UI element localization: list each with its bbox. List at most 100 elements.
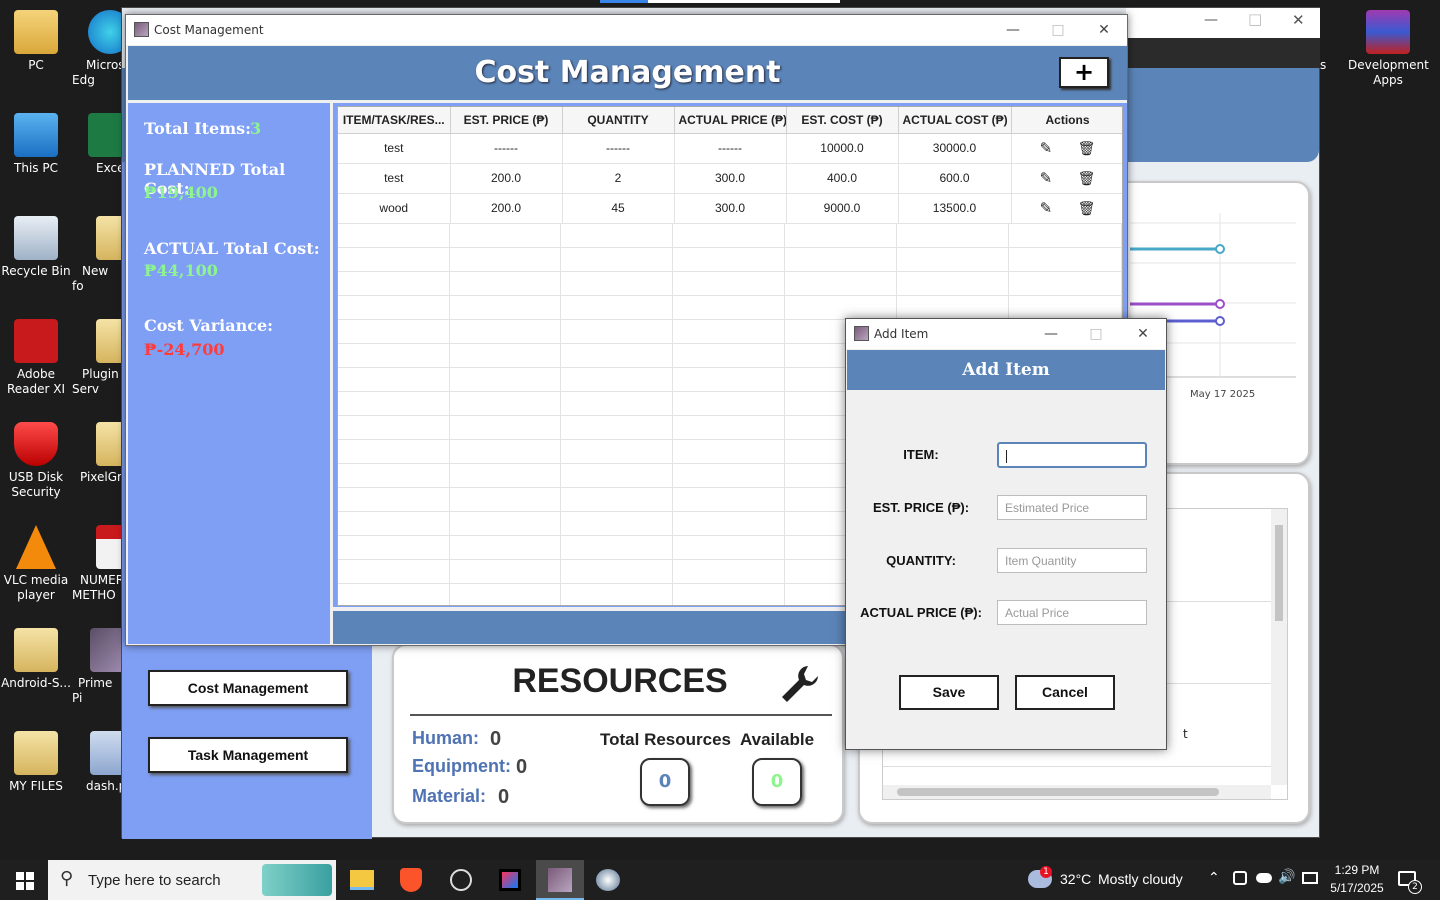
item-input[interactable]: [997, 442, 1147, 468]
desktop-icon-this-pc[interactable]: This PC: [0, 113, 72, 176]
desktop-icon-edge[interactable]: Micros Edg: [72, 10, 122, 88]
empty-table-cell: [561, 367, 674, 391]
delete-trash-icon[interactable]: 🗑: [1078, 170, 1096, 186]
desktop-icon-pixelgro[interactable]: PixelGro: [72, 422, 122, 485]
weather-badge: 1: [1040, 866, 1052, 878]
vertical-scrollbar[interactable]: [1271, 509, 1287, 785]
table-row[interactable]: test 200.0 2 300.0 400.0 600.0 ✎ 🗑: [338, 163, 1122, 194]
close-icon[interactable]: ✕: [1089, 19, 1119, 41]
task-management-nav-button[interactable]: Task Management: [148, 737, 348, 773]
chevron-up-icon[interactable]: ⌃: [1208, 870, 1220, 886]
cancel-button[interactable]: Cancel: [1015, 675, 1115, 710]
desktop-icon-adobe-reader[interactable]: Adobe Reader XI: [0, 319, 72, 397]
empty-table-cell: [561, 535, 674, 559]
maximize-icon[interactable]: □: [1043, 19, 1073, 41]
empty-table-cell: [673, 439, 785, 463]
empty-table-cell: [338, 271, 450, 295]
taskbar-search-box[interactable]: ⚲ Type here to search: [48, 860, 336, 900]
column-header[interactable]: ITEM/TASK/RES...: [338, 107, 451, 134]
brave-browser-icon[interactable]: [400, 868, 422, 892]
obs-studio-icon[interactable]: [450, 869, 472, 891]
cost-management-nav-button[interactable]: Cost Management: [148, 670, 348, 706]
desktop-icon-prime-pi[interactable]: Prime Pi: [72, 628, 122, 706]
weather-temperature[interactable]: 32°C: [1060, 871, 1091, 887]
horizontal-scrollbar[interactable]: [883, 785, 1271, 799]
folder-user-icon: [14, 10, 58, 54]
add-item-button[interactable]: +: [1059, 57, 1109, 88]
empty-table-cell: [561, 223, 674, 247]
column-header[interactable]: EST. COST (₱): [786, 107, 899, 134]
maximize-icon[interactable]: □: [1248, 10, 1262, 28]
est-price-input[interactable]: Estimated Price: [997, 495, 1147, 520]
empty-table-cell: [450, 559, 562, 583]
desktop-icon-vlc[interactable]: VLC media player: [0, 525, 72, 603]
close-icon[interactable]: ✕: [1292, 11, 1305, 29]
windows-start-icon[interactable]: [16, 872, 34, 890]
empty-table-cell: [338, 343, 450, 367]
empty-table-cell: [673, 367, 785, 391]
minimize-icon[interactable]: —: [1036, 323, 1066, 345]
meet-now-icon[interactable]: [1233, 871, 1247, 885]
maximize-icon[interactable]: □: [1081, 323, 1111, 345]
desktop-icon-pc[interactable]: PC: [0, 10, 72, 73]
x-tick-label: May 17 2025: [1190, 389, 1256, 400]
network-icon[interactable]: [1302, 872, 1318, 884]
delete-trash-icon[interactable]: 🗑: [1078, 140, 1096, 156]
column-header[interactable]: ACTUAL COST (₱): [898, 107, 1012, 134]
image-file-icon: [90, 731, 122, 775]
desktop-icon-excel[interactable]: Exce: [72, 113, 122, 176]
empty-table-cell: [561, 319, 674, 343]
quantity-input[interactable]: Item Quantity: [997, 548, 1147, 573]
save-button[interactable]: Save: [899, 675, 999, 710]
actual-price-input[interactable]: Actual Price: [997, 600, 1147, 625]
column-header[interactable]: QUANTITY: [562, 107, 675, 134]
onedrive-cloud-icon[interactable]: [1256, 873, 1272, 883]
intellij-idea-icon[interactable]: [499, 869, 521, 891]
column-header[interactable]: EST. PRICE (₱): [450, 107, 563, 134]
empty-table-cell: [450, 271, 562, 295]
scrollbar-thumb[interactable]: [897, 788, 1219, 796]
empty-table-cell: [338, 487, 450, 511]
java-app-taskbar-icon[interactable]: [536, 860, 584, 900]
column-header[interactable]: ACTUAL PRICE (₱): [674, 107, 787, 134]
desktop-icon-usb-disk-security[interactable]: USB Disk Security: [0, 422, 72, 500]
desktop-icon-development-apps[interactable]: Development Apps: [1348, 10, 1429, 88]
clock-date[interactable]: 5/17/2025: [1324, 881, 1390, 895]
computer-icon: [14, 113, 58, 157]
desktop-icon-numer-metho[interactable]: NUMER METHO: [72, 525, 122, 603]
edit-pencil-icon[interactable]: ✎: [1040, 200, 1053, 217]
minimize-icon[interactable]: —: [998, 19, 1028, 41]
table-cell: 10000.0: [786, 133, 899, 164]
empty-table-cell: [561, 391, 674, 415]
desktop-icon-android-studio[interactable]: Android-S...: [0, 628, 72, 691]
desktop-icon-plugin[interactable]: Plugin Serv: [72, 319, 122, 397]
close-icon[interactable]: ✕: [1128, 323, 1158, 345]
adobe-reader-icon: [14, 319, 58, 363]
empty-table-row: [338, 271, 1122, 296]
background-window-titlebar: — □ ✕: [1126, 8, 1320, 38]
empty-table-cell: [450, 319, 562, 343]
paint-app-icon[interactable]: [596, 869, 620, 891]
cost-variance-value: ₱-24,700: [144, 340, 225, 359]
weather-description[interactable]: Mostly cloudy: [1098, 871, 1183, 887]
table-row[interactable]: test ------ ------ ------ 10000.0 30000.…: [338, 133, 1122, 164]
empty-table-cell: [673, 391, 785, 415]
scrollbar-thumb[interactable]: [1275, 525, 1283, 621]
empty-table-cell: [897, 247, 1010, 271]
column-header[interactable]: Actions: [1011, 107, 1122, 134]
empty-table-cell: [673, 319, 785, 343]
desktop-icon-new-folder[interactable]: New fo: [72, 216, 122, 294]
empty-table-row: [338, 223, 1122, 248]
edit-pencil-icon[interactable]: ✎: [1040, 140, 1053, 157]
desktop-icon-recycle-bin[interactable]: Recycle Bin: [0, 216, 72, 279]
volume-icon[interactable]: 🔊: [1278, 869, 1295, 885]
desktop-icon-my-files[interactable]: MY FILES: [0, 731, 72, 794]
resources-card: RESOURCES Human: 0 Equipment: 0 Material…: [392, 644, 844, 824]
delete-trash-icon[interactable]: 🗑: [1078, 200, 1096, 216]
file-explorer-icon[interactable]: [350, 870, 374, 890]
desktop-icon-dash[interactable]: dash.p: [72, 731, 122, 794]
minimize-icon[interactable]: —: [1204, 12, 1218, 28]
clock-time[interactable]: 1:29 PM: [1324, 863, 1390, 877]
edit-pencil-icon[interactable]: ✎: [1040, 170, 1053, 187]
table-row[interactable]: wood 200.0 45 300.0 9000.0 13500.0 ✎ 🗑: [338, 193, 1122, 224]
